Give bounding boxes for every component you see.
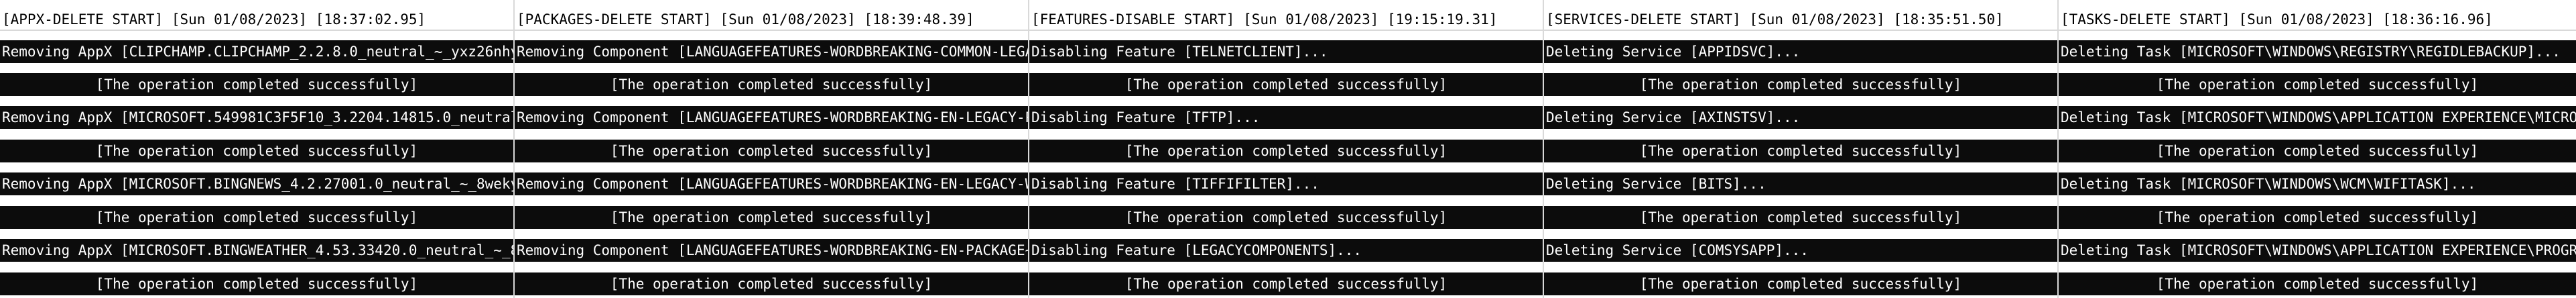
log-line: Removing Component [LANGUAGEFEATURES-WOR… (515, 40, 1028, 63)
log-line: Removing Component [LANGUAGEFEATURES-WOR… (515, 172, 1028, 195)
success-line: [The operation completed successfully] (1544, 140, 2057, 162)
log-line: Deleting Service [COMSYSAPP]... (1544, 239, 2057, 262)
features-disable-panel[interactable]: [FEATURES-DISABLE START] [Sun 01/08/2023… (1029, 0, 1543, 298)
log-line: Deleting Task [MICROSOFT\WINDOWS\WCM\WIF… (2059, 172, 2576, 195)
success-line: [The operation completed successfully] (515, 140, 1028, 162)
log-line: Deleting Task [MICROSOFT\WINDOWS\APPLICA… (2059, 239, 2576, 262)
appx-delete-panel[interactable]: [APPX-DELETE START] [Sun 01/08/2023] [18… (0, 0, 513, 298)
services-delete-panel[interactable]: [SERVICES-DELETE START] [Sun 01/08/2023]… (1544, 0, 2057, 298)
panel-divider (513, 0, 515, 298)
log-line: Deleting Task [MICROSOFT\WINDOWS\APPLICA… (2059, 106, 2576, 129)
log-line: Disabling Feature [LEGACYCOMPONENTS]... (1029, 239, 1543, 262)
log-line: Removing AppX [MICROSOFT.549981C3F5F10_3… (0, 106, 513, 129)
panel-header: [FEATURES-DISABLE START] [Sun 01/08/2023… (1029, 8, 1543, 31)
success-line: [The operation completed successfully] (1029, 206, 1543, 229)
success-line: [The operation completed successfully] (515, 73, 1028, 96)
success-line: [The operation completed successfully] (1029, 140, 1543, 162)
tasks-delete-panel[interactable]: [TASKS-DELETE START] [Sun 01/08/2023] [1… (2059, 0, 2576, 298)
log-line: Deleting Service [BITS]... (1544, 172, 2057, 195)
success-line: [The operation completed successfully] (1544, 272, 2057, 295)
success-line: [The operation completed successfully] (0, 206, 513, 229)
success-line: [The operation completed successfully] (2059, 73, 2576, 96)
packages-delete-panel[interactable]: [PACKAGES-DELETE START] [Sun 01/08/2023]… (515, 0, 1028, 298)
panel-header: [TASKS-DELETE START] [Sun 01/08/2023] [1… (2059, 8, 2576, 31)
log-line: Removing AppX [CLIPCHAMP.CLIPCHAMP_2.2.8… (0, 40, 513, 63)
success-line: [The operation completed successfully] (2059, 140, 2576, 162)
log-line: Removing Component [LANGUAGEFEATURES-WOR… (515, 239, 1028, 262)
log-line: Removing Component [LANGUAGEFEATURES-WOR… (515, 106, 1028, 129)
log-line: Disabling Feature [TELNETCLIENT]... (1029, 40, 1543, 63)
log-line: Deleting Task [MICROSOFT\WINDOWS\REGISTR… (2059, 40, 2576, 63)
success-line: [The operation completed successfully] (1029, 73, 1543, 96)
panel-header: [SERVICES-DELETE START] [Sun 01/08/2023]… (1544, 8, 2057, 31)
log-line: Deleting Service [AXINSTSV]... (1544, 106, 2057, 129)
panel-divider (1028, 0, 1029, 298)
panel-header: [PACKAGES-DELETE START] [Sun 01/08/2023]… (515, 8, 1028, 31)
success-line: [The operation completed successfully] (0, 272, 513, 295)
panel-divider (1543, 0, 1544, 298)
success-line: [The operation completed successfully] (0, 73, 513, 96)
console-panels: [APPX-DELETE START] [Sun 01/08/2023] [18… (0, 0, 2576, 298)
log-line: Deleting Service [APPIDSVC]... (1544, 40, 2057, 63)
panel-header: [APPX-DELETE START] [Sun 01/08/2023] [18… (0, 8, 513, 31)
success-line: [The operation completed successfully] (515, 206, 1028, 229)
success-line: [The operation completed successfully] (2059, 206, 2576, 229)
success-line: [The operation completed successfully] (1544, 206, 2057, 229)
success-line: [The operation completed successfully] (0, 140, 513, 162)
log-line: Disabling Feature [TFTP]... (1029, 106, 1543, 129)
success-line: [The operation completed successfully] (1544, 73, 2057, 96)
log-line: Disabling Feature [TIFFIFILTER]... (1029, 172, 1543, 195)
success-line: [The operation completed successfully] (515, 272, 1028, 295)
success-line: [The operation completed successfully] (2059, 272, 2576, 295)
log-line: Removing AppX [MICROSOFT.BINGWEATHER_4.5… (0, 239, 513, 262)
log-line: Removing AppX [MICROSOFT.BINGNEWS_4.2.27… (0, 172, 513, 195)
panel-divider (2057, 0, 2059, 298)
success-line: [The operation completed successfully] (1029, 272, 1543, 295)
